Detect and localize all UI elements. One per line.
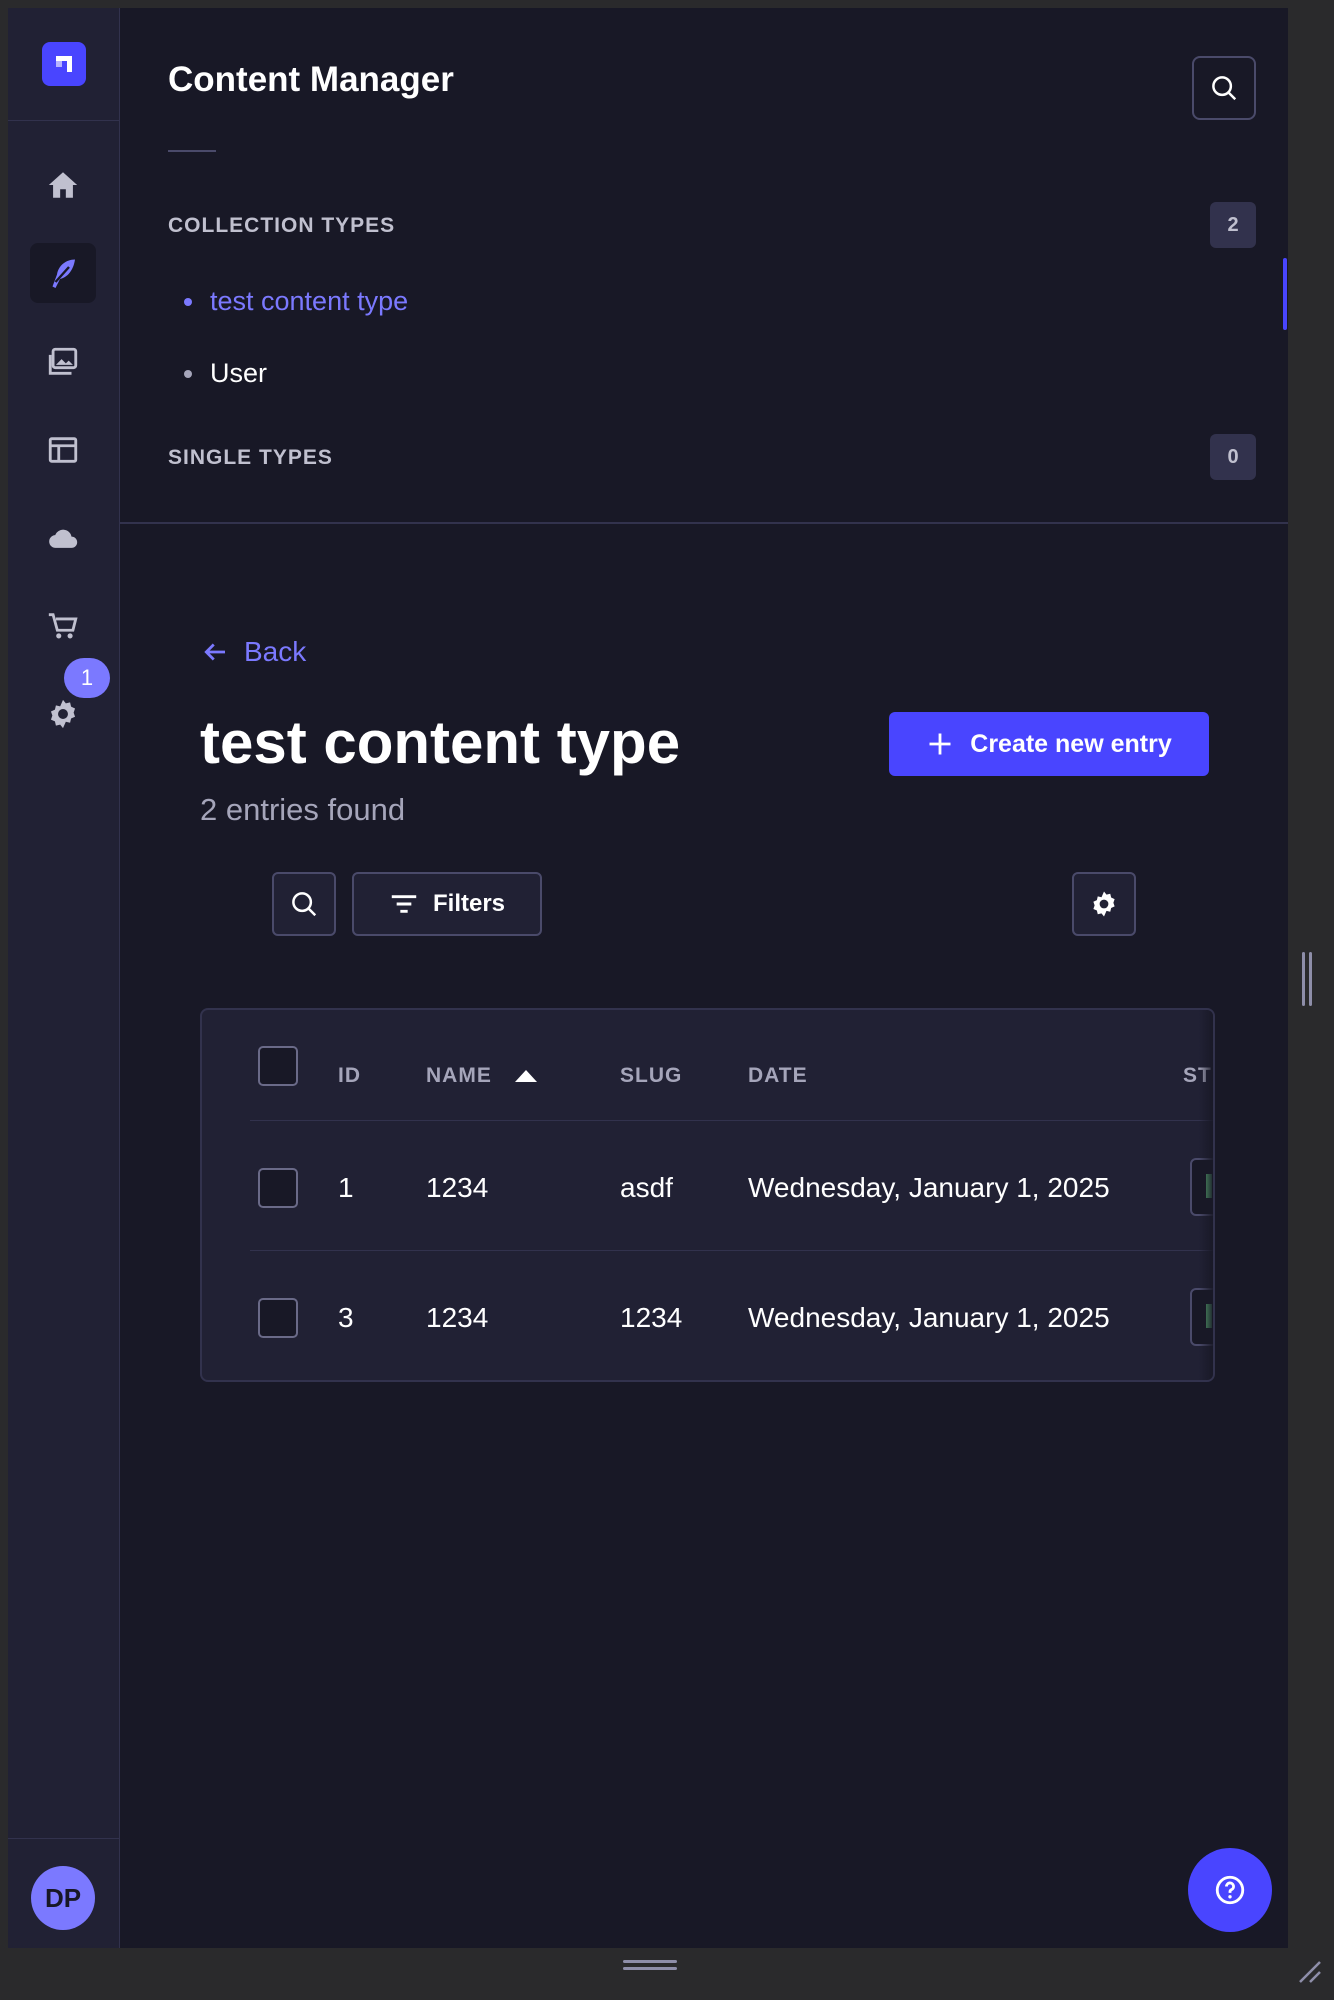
single-types-label: SINGLE TYPES [168,446,333,469]
collection-types-label: COLLECTION TYPES [168,214,396,237]
collection-type-test-content-type[interactable]: test content type [184,286,408,317]
cloud-icon [49,529,78,548]
nav-scrollbar[interactable] [1283,258,1287,330]
title-divider [168,150,216,152]
single-types-count: 0 [1210,434,1256,480]
create-new-entry-label: Create new entry [970,729,1172,758]
content-manager-title: Content Manager [168,60,454,99]
settings-notification-badge: 1 [64,658,110,698]
search-icon [1212,76,1237,101]
filters-label: Filters [432,890,506,917]
home-icon [48,172,78,198]
deploy-nav-item[interactable] [30,508,96,568]
sort-ascending-icon[interactable] [514,1069,538,1083]
column-header-name[interactable]: NAME [426,1064,538,1088]
main-nav-rail: 1 DP [8,8,120,1948]
row-divider [250,1250,1213,1251]
cell-name: 1234 [426,1302,489,1333]
horizontal-scroll-shadow [1199,1010,1213,1380]
collection-types-count: 2 [1210,202,1256,248]
plus-icon [929,733,951,755]
entries-table: ID NAME SLUG DATE ST 1 1234 asdf Wednesd… [200,1008,1215,1382]
collection-type-label: test content type [210,286,409,316]
column-header-id[interactable]: ID [338,1064,361,1088]
feather-icon [52,259,75,288]
resize-grip-icon[interactable] [1296,1958,1322,1984]
column-header-name-label: NAME [426,1064,492,1087]
cell-id: 1 [338,1172,354,1203]
handle-bar [623,1967,677,1970]
handle-bar [623,1960,677,1963]
content-manager-nav-item[interactable] [30,243,96,303]
column-header-date[interactable]: DATE [748,1064,808,1088]
gear-icon [50,699,76,729]
side-resize-handle[interactable] [1302,952,1314,1006]
cell-id: 3 [338,1302,354,1333]
row-checkbox[interactable] [258,1298,298,1338]
bullet-icon [184,369,192,378]
cell-slug: 1234 [620,1302,683,1333]
strapi-logo-icon[interactable] [42,42,86,86]
gear-icon [1093,891,1115,917]
filter-icon [391,895,417,913]
user-avatar[interactable]: DP [31,1866,95,1930]
collection-type-user[interactable]: User [184,358,267,389]
cell-name: 1234 [426,1172,489,1203]
marketplace-nav-item[interactable] [30,596,96,656]
create-new-entry-button[interactable]: Create new entry [889,712,1209,776]
table-search-button[interactable] [272,872,336,936]
back-link[interactable]: Back [200,636,306,668]
page-title: test content type [200,709,681,776]
collection-type-label: User [210,358,268,388]
rail-bottom-divider [8,1838,120,1839]
layout-icon [48,437,78,463]
search-icon [292,892,317,917]
help-button[interactable] [1188,1848,1272,1932]
back-label: Back [244,636,307,667]
home-nav-item[interactable] [30,155,96,215]
cell-date: Wednesday, January 1, 2025 [748,1302,1110,1333]
content-manager-search-button[interactable] [1192,56,1256,120]
arrow-left-icon [204,643,225,661]
row-divider [250,1120,1213,1121]
bottom-resize-handle[interactable] [623,1960,677,1974]
shopping-cart-icon [48,613,78,639]
entries-count: 2 entries found [200,792,406,827]
row-checkbox[interactable] [258,1168,298,1208]
cell-date: Wednesday, January 1, 2025 [748,1172,1110,1203]
filters-button[interactable]: Filters [352,872,542,936]
table-settings-button[interactable] [1072,872,1136,936]
question-circle-icon [1215,1875,1245,1905]
panel-divider [120,522,1288,524]
media-library-nav-item[interactable] [30,332,96,392]
images-icon [48,347,78,375]
cell-slug: asdf [620,1172,673,1203]
app-window: 1 DP Content Manager COLLECTION TYPES 2 … [8,8,1288,1948]
column-header-slug[interactable]: SLUG [620,1064,682,1088]
content-type-builder-nav-item[interactable] [30,420,96,480]
handle-bar [1302,952,1305,1006]
rail-divider [8,120,120,121]
bullet-icon [184,297,192,306]
select-all-checkbox[interactable] [258,1046,298,1086]
handle-bar [1309,952,1312,1006]
